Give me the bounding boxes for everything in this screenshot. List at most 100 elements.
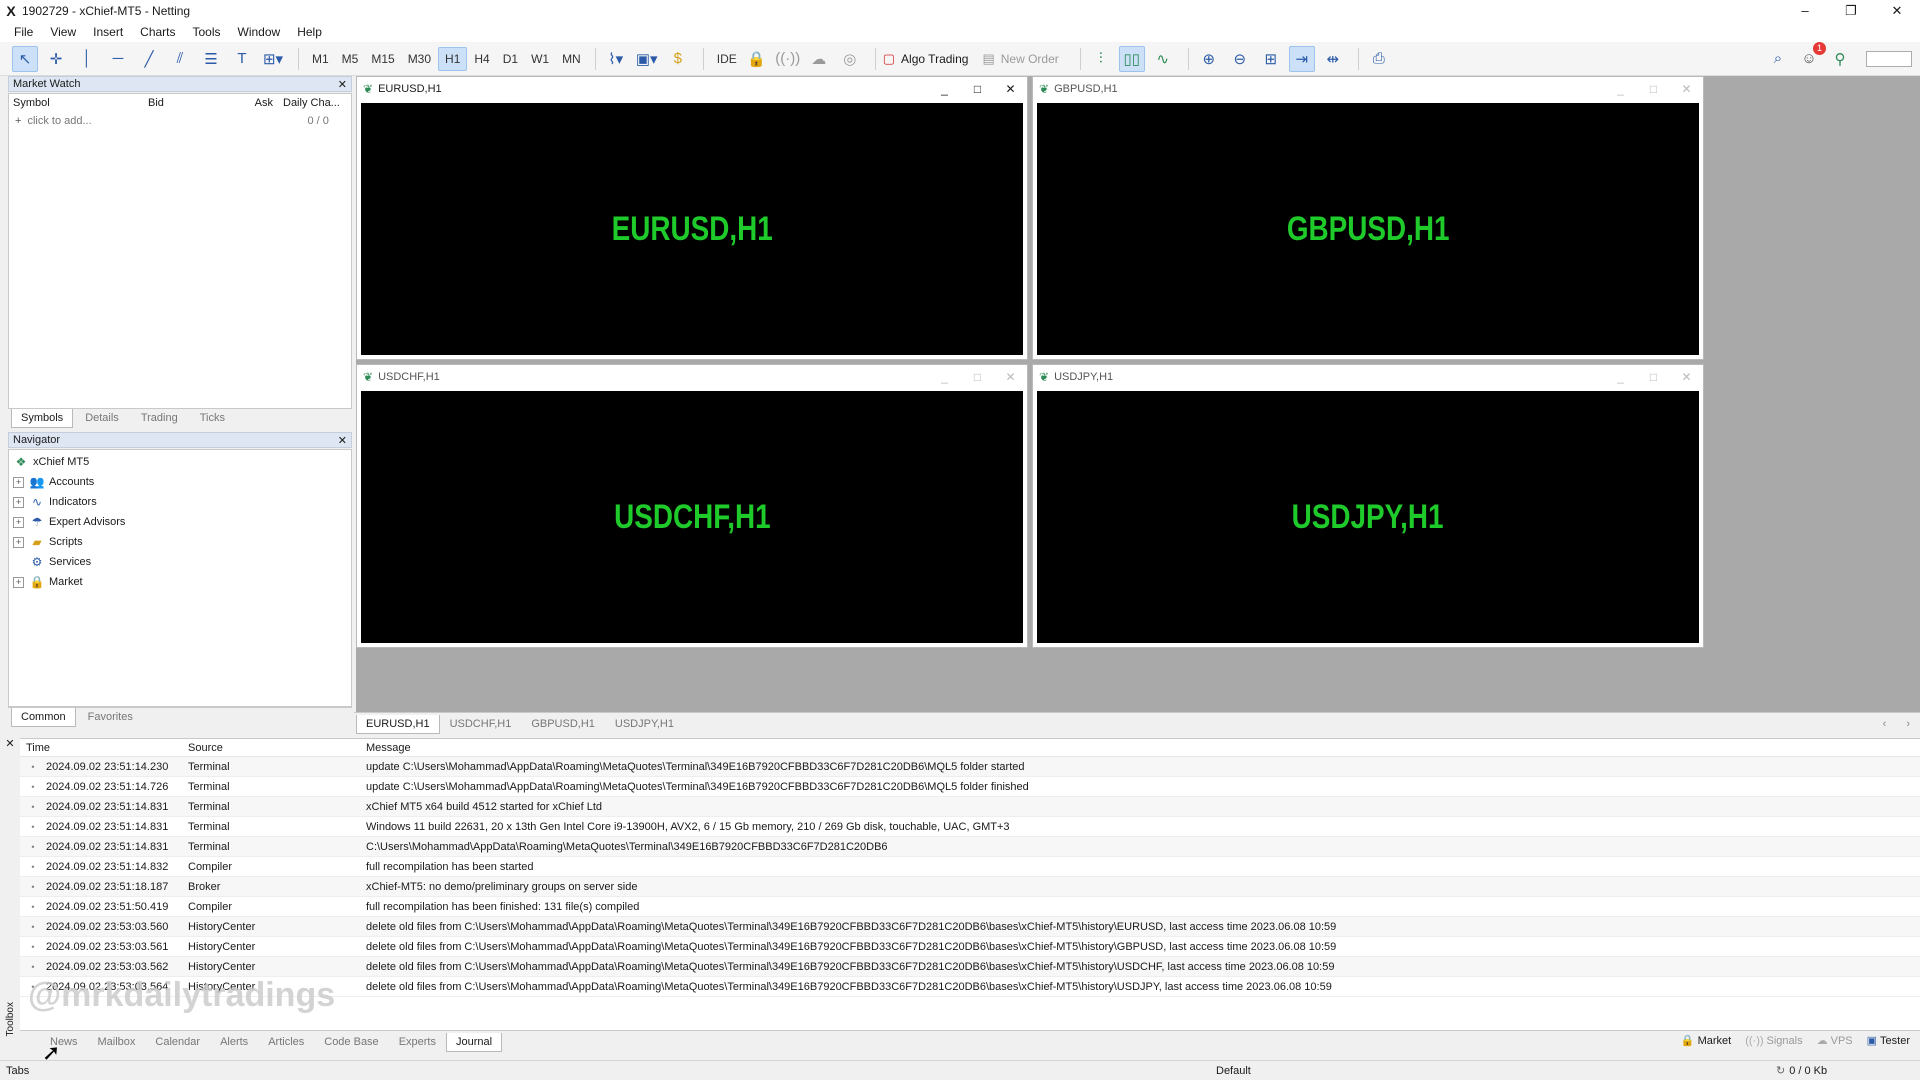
menu-window[interactable]: Window xyxy=(232,25,292,39)
text-tool-icon[interactable]: T xyxy=(229,46,255,72)
column-bid[interactable]: Bid xyxy=(148,97,223,109)
chart-canvas[interactable]: USDJPY,H1 xyxy=(1037,391,1699,643)
expand-icon[interactable]: + xyxy=(13,536,24,548)
zoom-in-icon[interactable]: ⊕ xyxy=(1196,46,1222,72)
tab-articles[interactable]: Articles xyxy=(258,1032,314,1052)
journal-row[interactable]: • 2024.09.02 23:51:18.187 Broker xChief-MT5… xyxy=(20,877,1920,897)
line-chart-icon[interactable]: ∿ xyxy=(1150,46,1176,72)
account-icon[interactable]: ⚲ xyxy=(1827,46,1853,72)
menu-view[interactable]: View xyxy=(44,25,87,39)
vertical-line-icon[interactable]: │ xyxy=(74,46,100,72)
timeframe-m5[interactable]: M5 xyxy=(336,47,365,71)
menu-insert[interactable]: Insert xyxy=(87,25,134,39)
market-link[interactable]: Market xyxy=(1698,1035,1732,1047)
dollar-icon[interactable]: $ xyxy=(665,46,691,72)
tab-favorites[interactable]: Favorites xyxy=(78,707,143,727)
auto-scroll-icon[interactable]: ⇥ xyxy=(1288,45,1315,72)
tab-alerts[interactable]: Alerts xyxy=(210,1032,258,1052)
minimize-icon[interactable]: _ xyxy=(1604,370,1637,384)
crosshair-icon[interactable]: ✛ xyxy=(43,46,69,72)
notifications-icon[interactable]: ☺ 1 xyxy=(1796,41,1826,72)
timeframe-h1[interactable]: H1 xyxy=(438,46,468,71)
chart-window-gbpusd[interactable]: ❦ GBPUSD,H1 _ □ ✕ GBPUSD,H1 xyxy=(1032,76,1704,360)
nav-item-accounts[interactable]: + 👥 Accounts xyxy=(13,472,351,492)
expand-icon[interactable]: + xyxy=(13,576,24,588)
tab-details[interactable]: Details xyxy=(75,408,129,428)
chart-window-usdjpy[interactable]: ❦ USDJPY,H1 _ □ ✕ USDJPY,H1 xyxy=(1032,364,1704,648)
close-icon[interactable]: ✕ xyxy=(1670,82,1703,96)
menu-help[interactable]: Help xyxy=(291,25,333,39)
vps-icon[interactable]: ◎ xyxy=(837,46,863,72)
expand-icon[interactable]: + xyxy=(13,496,24,508)
timeframe-m1[interactable]: M1 xyxy=(306,47,335,71)
timeframe-mn[interactable]: MN xyxy=(556,47,587,71)
journal-row[interactable]: • 2024.09.02 23:51:14.230 Terminal update C… xyxy=(20,757,1920,777)
signals-link[interactable]: Signals xyxy=(1767,1035,1803,1047)
chart-tab-eurusd[interactable]: EURUSD,H1 xyxy=(356,715,440,734)
cloud-icon[interactable]: ☁ xyxy=(806,46,832,72)
menu-file[interactable]: File xyxy=(8,25,44,39)
signals-icon[interactable]: ((·)) xyxy=(775,46,801,72)
journal-row[interactable]: • 2024.09.02 23:53:03.562 HistoryCenter del… xyxy=(20,957,1920,977)
shapes-icon[interactable]: ⊞▾ xyxy=(260,46,286,72)
chart-canvas[interactable]: USDCHF,H1 xyxy=(361,391,1023,643)
minimize-icon[interactable]: _ xyxy=(1604,82,1637,96)
column-message[interactable]: Message xyxy=(366,742,1920,754)
navigator-close-icon[interactable]: ✕ xyxy=(338,434,347,447)
scroll-right-icon[interactable]: › xyxy=(1896,714,1920,734)
cursor-tool-icon[interactable]: ↖ xyxy=(12,45,38,72)
add-symbol-row[interactable]: + click to add... 0 / 0 xyxy=(9,112,351,130)
templates-icon[interactable]: ▣▾ xyxy=(634,46,660,72)
journal-row[interactable]: • 2024.09.02 23:53:03.561 HistoryCenter del… xyxy=(20,937,1920,957)
close-button[interactable]: ✕ xyxy=(1874,3,1920,19)
fibonacci-icon[interactable]: ☰ xyxy=(198,46,224,72)
market-watch-close-icon[interactable]: ✕ xyxy=(338,78,347,91)
vps-link[interactable]: VPS xyxy=(1831,1035,1853,1047)
minimize-icon[interactable]: _ xyxy=(928,82,961,96)
close-icon[interactable]: ✕ xyxy=(994,370,1027,384)
nav-item-scripts[interactable]: + ▰ Scripts xyxy=(13,532,351,552)
column-time[interactable]: Time xyxy=(26,742,188,754)
chart-canvas[interactable]: EURUSD,H1 xyxy=(361,103,1023,355)
journal-row[interactable]: • 2024.09.02 23:53:03.560 HistoryCenter del… xyxy=(20,917,1920,937)
journal-row[interactable]: • 2024.09.02 23:51:14.726 Terminal update C… xyxy=(20,777,1920,797)
algo-trading-button[interactable]: ▢ Algo Trading xyxy=(883,51,969,67)
market-bag-icon[interactable]: 🔒 xyxy=(744,46,770,72)
chart-tab-usdchf[interactable]: USDCHF,H1 xyxy=(440,714,522,734)
chart-shift-icon[interactable]: ⇹ xyxy=(1320,46,1346,72)
journal-row[interactable]: • 2024.09.02 23:51:14.832 Compiler full rec… xyxy=(20,857,1920,877)
timeframe-m30[interactable]: M30 xyxy=(402,47,437,71)
navigator-root[interactable]: ❖ xChief MT5 xyxy=(13,452,351,472)
tab-mailbox[interactable]: Mailbox xyxy=(88,1032,146,1052)
nav-item-market[interactable]: + 🔒 Market xyxy=(13,572,351,592)
ide-button[interactable]: IDE xyxy=(711,47,743,71)
timeframe-w1[interactable]: W1 xyxy=(525,47,555,71)
close-icon[interactable]: ✕ xyxy=(994,82,1027,96)
chart-window-eurusd[interactable]: ❦ EURUSD,H1 _ □ ✕ EURUSD,H1 xyxy=(356,76,1028,360)
menu-tools[interactable]: Tools xyxy=(187,25,232,39)
nav-item-expert-advisors[interactable]: + ☂ Expert Advisors xyxy=(13,512,351,532)
trend-line-icon[interactable]: ╱ xyxy=(136,46,162,72)
tab-code-base[interactable]: Code Base xyxy=(314,1032,388,1052)
restore-button[interactable]: ❐ xyxy=(1828,3,1874,19)
column-daily-change[interactable]: Daily Cha... xyxy=(283,97,343,109)
chart-tab-usdjpy[interactable]: USDJPY,H1 xyxy=(605,714,684,734)
tab-calendar[interactable]: Calendar xyxy=(145,1032,210,1052)
chart-tab-gbpusd[interactable]: GBPUSD,H1 xyxy=(521,714,605,734)
menu-charts[interactable]: Charts xyxy=(134,25,186,39)
expand-icon[interactable]: + xyxy=(13,476,24,488)
horizontal-line-icon[interactable]: ─ xyxy=(105,46,131,72)
screenshot-icon[interactable]: ⎙ xyxy=(1366,46,1392,72)
journal-row[interactable]: • 2024.09.02 23:51:14.831 Terminal C:\Users… xyxy=(20,837,1920,857)
column-symbol[interactable]: Symbol xyxy=(13,97,148,109)
tab-ticks[interactable]: Ticks xyxy=(190,408,235,428)
maximize-icon[interactable]: □ xyxy=(961,82,994,96)
candlestick-chart-icon[interactable]: ▯▯ xyxy=(1118,45,1145,72)
tile-windows-icon[interactable]: ⊞ xyxy=(1258,46,1284,72)
minimize-icon[interactable]: _ xyxy=(928,370,961,384)
timeframe-d1[interactable]: D1 xyxy=(497,47,524,71)
column-ask[interactable]: Ask xyxy=(223,97,283,109)
tab-journal[interactable]: Journal xyxy=(445,1033,503,1052)
timeframe-m15[interactable]: M15 xyxy=(365,47,400,71)
tab-trading[interactable]: Trading xyxy=(131,408,188,428)
